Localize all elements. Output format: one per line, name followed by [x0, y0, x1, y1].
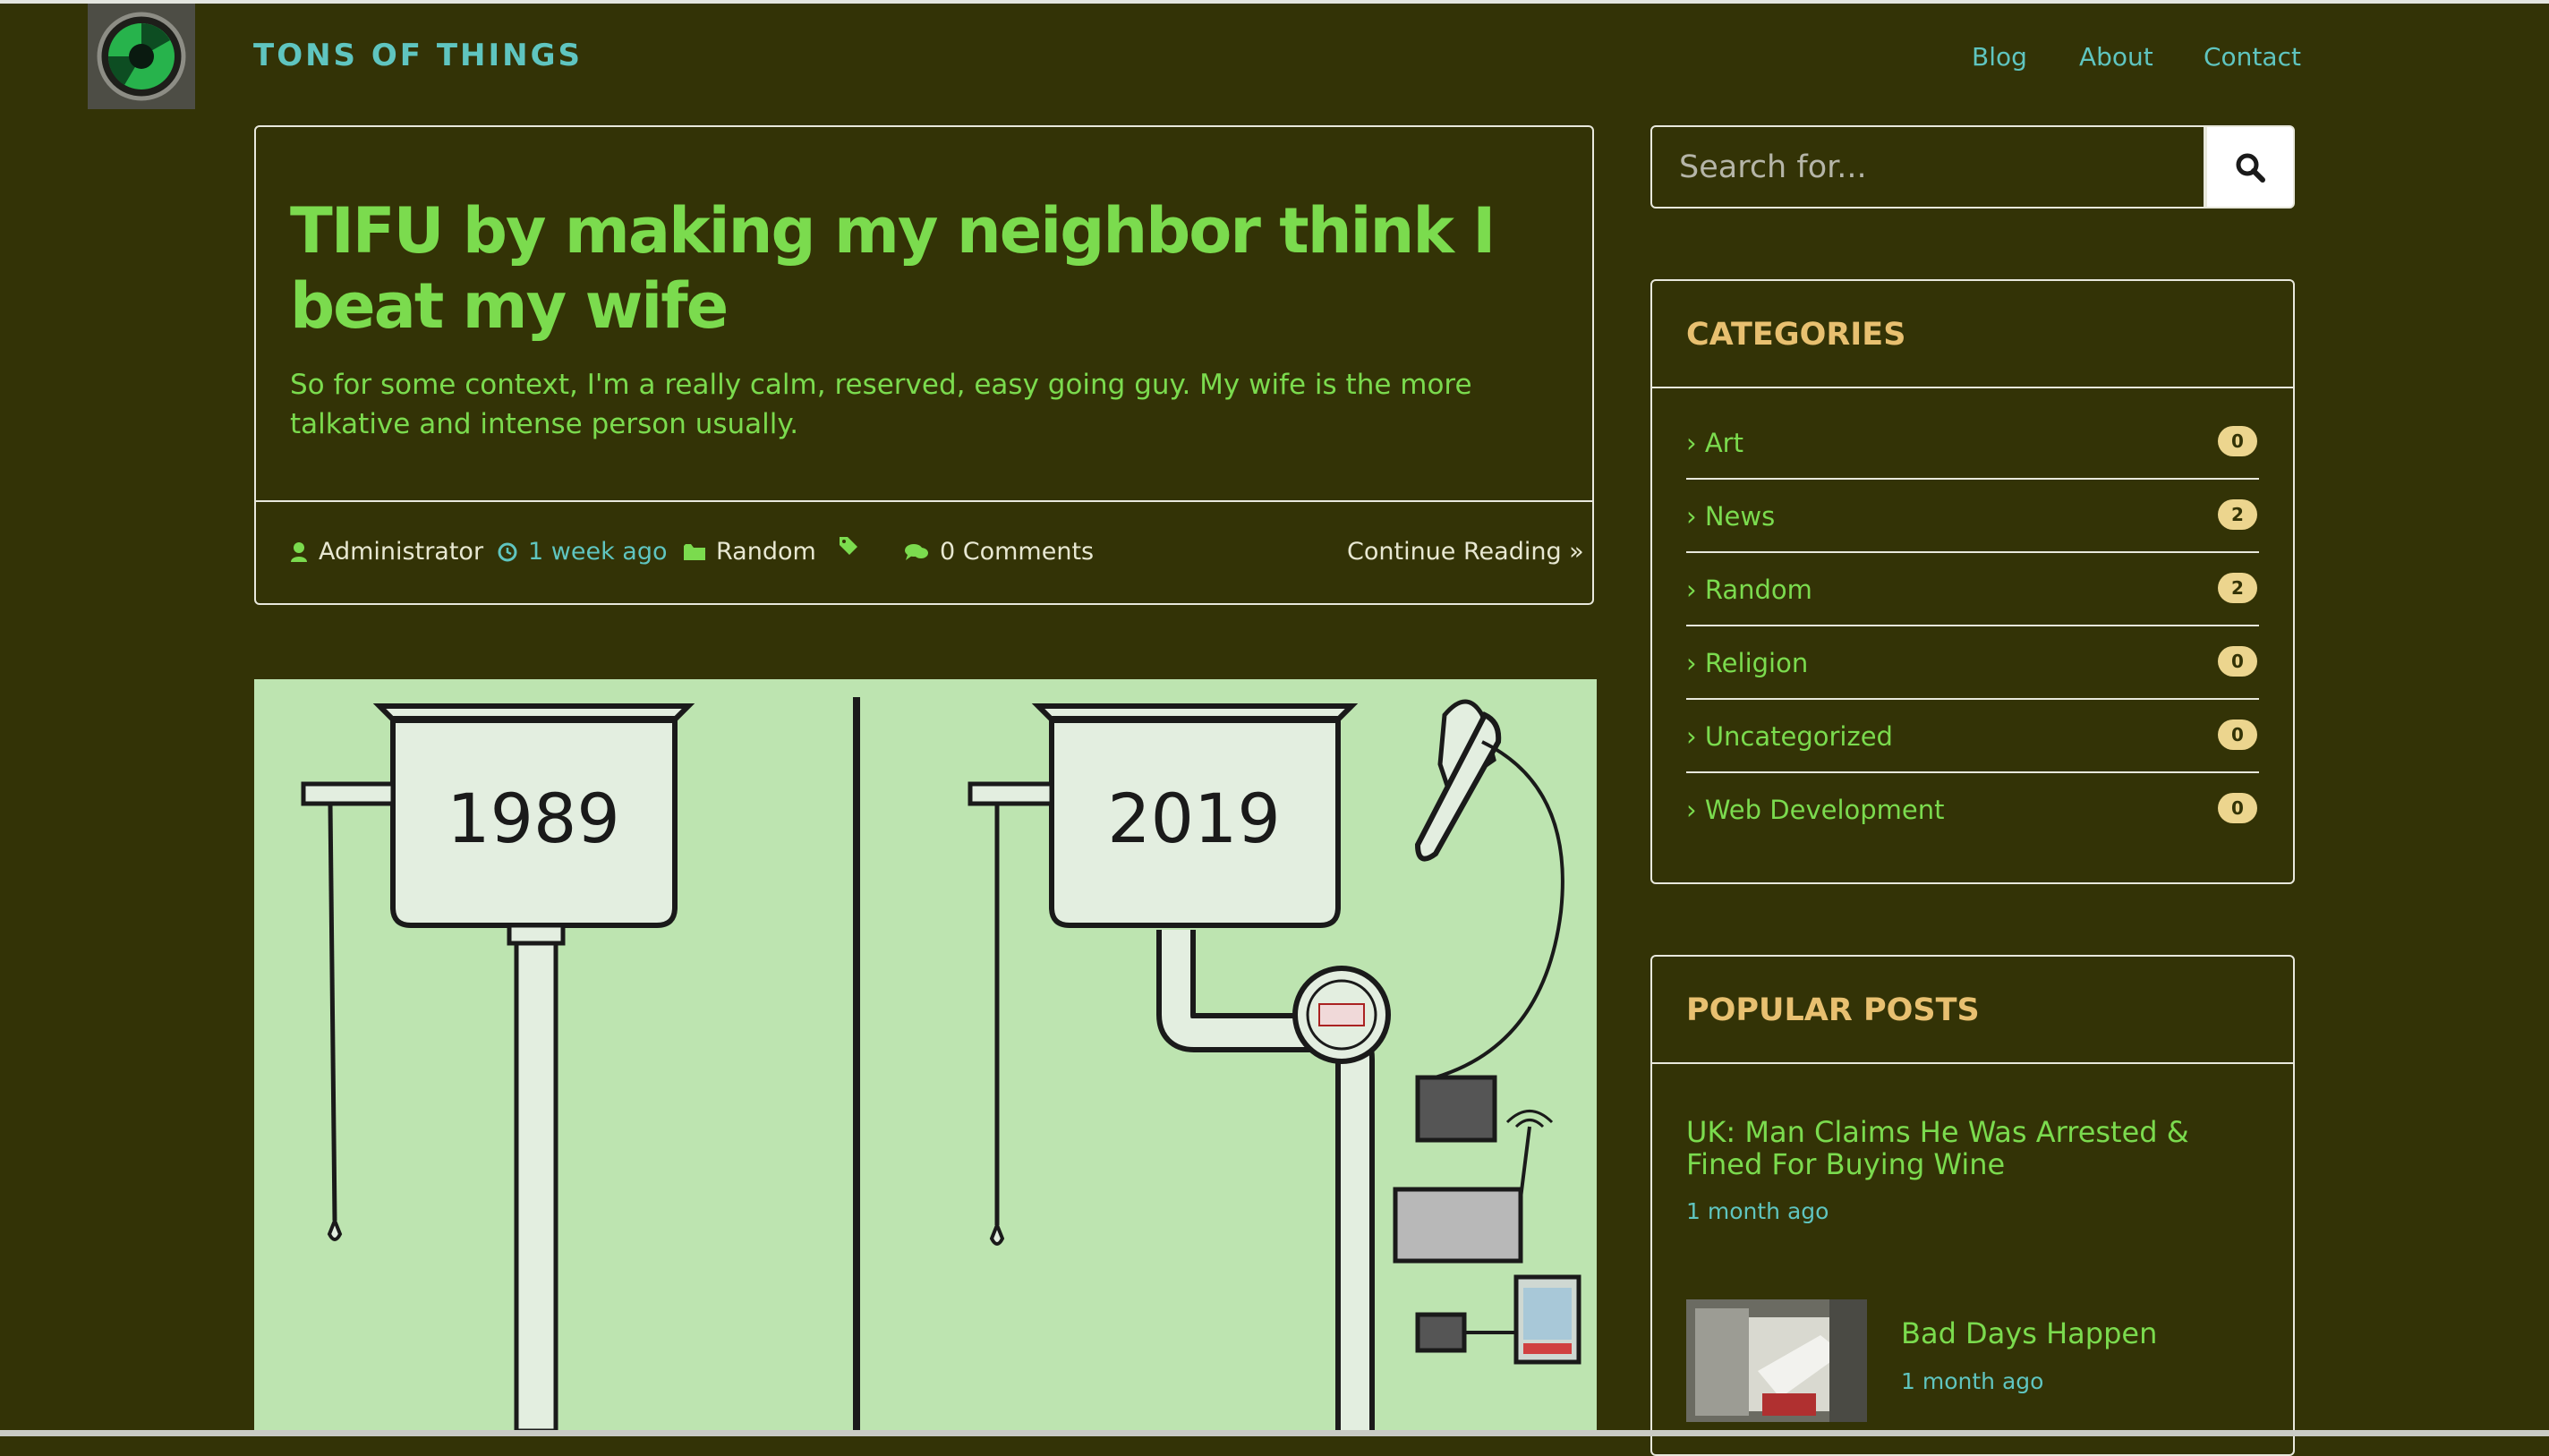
popular-post-thumbnail[interactable] [1686, 1299, 1867, 1422]
post-time[interactable]: 1 week ago [498, 535, 668, 569]
popular-post-time: 1 month ago [1901, 1368, 2044, 1394]
category-count-badge: 2 [2218, 573, 2257, 603]
nav-blog[interactable]: Blog [1972, 39, 2027, 75]
search-input[interactable] [1650, 125, 2205, 209]
image-year-left: 1989 [447, 779, 619, 858]
categories-title: CATEGORIES [1686, 317, 1906, 353]
folder-icon [684, 544, 705, 560]
search-icon [2236, 153, 2265, 183]
post-author-name: Administrator [319, 538, 484, 566]
tag-icon [840, 537, 857, 555]
post-title[interactable]: TIFU by making my neighbor think I beat … [290, 193, 1579, 344]
image-year-right: 2019 [1107, 779, 1280, 858]
category-item-web-development[interactable]: › Web Development 0 [1686, 773, 2259, 847]
category-label: › Art [1686, 428, 1743, 458]
browser-top-edge [0, 0, 2549, 4]
category-item-news[interactable]: › News 2 [1686, 480, 2259, 553]
post-category-text: Random [716, 538, 816, 566]
popular-post-time: 1 month ago [1686, 1198, 1829, 1224]
category-count-badge: 0 [2218, 793, 2257, 823]
post-category[interactable]: Random [684, 535, 816, 569]
post-excerpt: So for some context, I'm a really calm, … [290, 369, 1472, 440]
category-count-badge: 0 [2218, 426, 2257, 456]
category-count-badge: 0 [2218, 719, 2257, 750]
post-comments[interactable]: 0 Comments [904, 535, 1094, 569]
popular-post-title[interactable]: Bad Days Happen [1901, 1317, 2259, 1350]
search-button[interactable] [2205, 125, 2295, 209]
category-count-badge: 2 [2218, 499, 2257, 530]
popular-posts-title-rule [1652, 1062, 2293, 1064]
category-label: › Web Development [1686, 795, 1945, 825]
popular-post-title[interactable]: UK: Man Claims He Was Arrested & Fined F… [1686, 1116, 2259, 1180]
category-count-badge: 0 [2218, 646, 2257, 677]
post-image[interactable]: 1989 2019 [254, 679, 1597, 1431]
post-author[interactable]: Administrator [290, 535, 483, 569]
post-card-divider [256, 500, 1592, 502]
post-tags[interactable] [838, 535, 859, 557]
category-item-random[interactable]: › Random 2 [1686, 553, 2259, 626]
browser-bottom-edge [0, 1430, 2549, 1436]
site-title[interactable]: TONS OF THINGS [253, 34, 583, 77]
continue-reading-link[interactable]: Continue Reading » [1347, 535, 1584, 569]
nav-about[interactable]: About [2079, 39, 2153, 75]
user-icon [291, 542, 307, 562]
post-time-text: 1 week ago [528, 538, 668, 566]
category-label: › Religion [1686, 648, 1809, 678]
category-item-art[interactable]: › Art 0 [1686, 406, 2259, 480]
category-label: › Random [1686, 575, 1812, 605]
popular-posts-title: POPULAR POSTS [1686, 992, 1980, 1028]
category-label: › News [1686, 501, 1776, 532]
post-comments-text: 0 Comments [940, 538, 1095, 566]
category-item-religion[interactable]: › Religion 0 [1686, 626, 2259, 700]
categories-title-rule [1652, 387, 2293, 388]
clock-icon [498, 542, 517, 562]
comments-icon [905, 544, 928, 560]
site-logo[interactable] [88, 4, 195, 109]
category-item-uncategorized[interactable]: › Uncategorized 0 [1686, 700, 2259, 773]
nav-contact[interactable]: Contact [2204, 39, 2301, 75]
category-label: › Uncategorized [1686, 721, 1893, 752]
